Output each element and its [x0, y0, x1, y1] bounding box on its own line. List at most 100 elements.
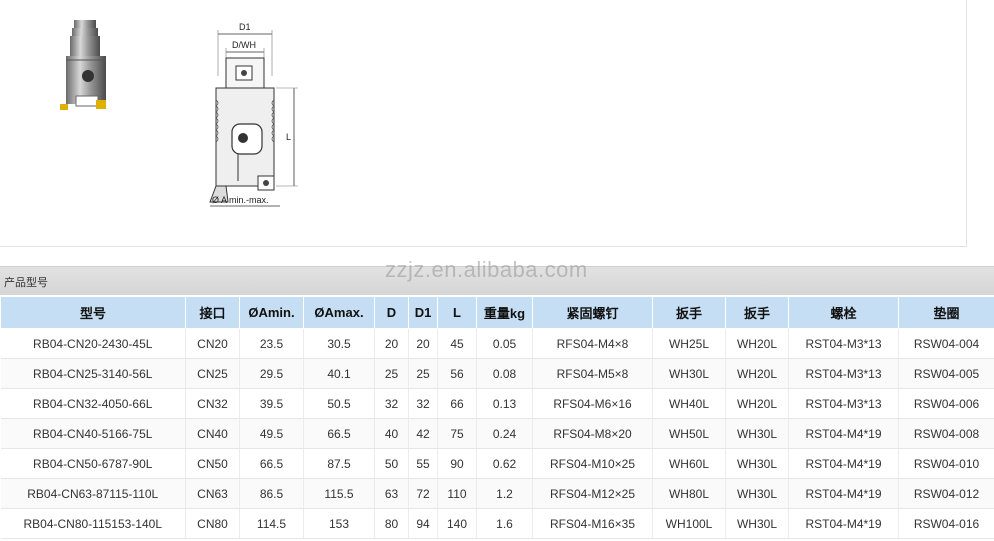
table-row: RB04-CN63-87115-110L CN63 86.5 115.5 63 72 110… — [0, 478, 994, 509]
table-cell: 63 — [374, 478, 409, 509]
table-row: RB04-CN20-2430-45L CN20 23.5 30.5 20 20 45 0.05… — [0, 328, 994, 359]
table-cell: 1.2 — [476, 478, 533, 509]
table-cell: RFS04-M5×8 — [532, 358, 653, 389]
table-header-row: 型号 接口 ØAmin. ØAmax. D D1 L 重量kg 紧固螺钉 扳手 … — [0, 296, 994, 329]
table-row: RB04-CN40-5166-75L CN40 49.5 66.5 40 42 75 0.24… — [0, 418, 994, 449]
table-cell: WH30L — [725, 508, 789, 539]
table-cell: WH30L — [652, 358, 726, 389]
col-clamp-screw: 紧固螺钉 — [532, 296, 653, 329]
table-cell: 32 — [374, 388, 409, 419]
col-wrench-2: 扳手 — [725, 296, 789, 329]
table-cell: CN80 — [185, 508, 240, 539]
table-cell: CN40 — [185, 418, 240, 449]
product-spec-table: 型号 接口 ØAmin. ØAmax. D D1 L 重量kg 紧固螺钉 扳手 … — [0, 296, 994, 539]
table-cell: 30.5 — [303, 328, 375, 359]
table-cell: RSW04-012 — [898, 478, 994, 509]
table-cell: WH80L — [652, 478, 726, 509]
table-cell: CN63 — [185, 478, 240, 509]
table-cell: 20 — [408, 328, 438, 359]
table-cell: 40 — [374, 418, 409, 449]
col-wrench-1: 扳手 — [652, 296, 726, 329]
table-cell: 140 — [437, 508, 477, 539]
table-cell: 20 — [374, 328, 409, 359]
table-cell: 32 — [408, 388, 438, 419]
table-cell: 0.62 — [476, 448, 533, 479]
table-cell: RST04-M4*19 — [788, 418, 899, 449]
table-cell: 75 — [437, 418, 477, 449]
col-weight: 重量kg — [476, 296, 533, 329]
table-cell: 115.5 — [303, 478, 375, 509]
table-cell: RSW04-004 — [898, 328, 994, 359]
table-cell: RFS04-M4×8 — [532, 328, 653, 359]
table-cell: 86.5 — [239, 478, 304, 509]
table-cell: RFS04-M8×20 — [532, 418, 653, 449]
table-cell: WH30L — [725, 478, 789, 509]
table-row: RB04-CN32-4050-66L CN32 39.5 50.5 32 32 66 0.13… — [0, 388, 994, 419]
table-cell: RSW04-010 — [898, 448, 994, 479]
table-cell: 1.6 — [476, 508, 533, 539]
table-cell: 0.24 — [476, 418, 533, 449]
table-cell: 66.5 — [303, 418, 375, 449]
table-cell: RSW04-016 — [898, 508, 994, 539]
table-cell: RSW04-005 — [898, 358, 994, 389]
table-cell: 0.05 — [476, 328, 533, 359]
col-l: L — [437, 296, 477, 329]
table-cell: WH20L — [725, 358, 789, 389]
col-bolt: 螺栓 — [788, 296, 899, 329]
table-cell: 40.1 — [303, 358, 375, 389]
col-d: D — [374, 296, 409, 329]
table-cell: 0.08 — [476, 358, 533, 389]
table-cell: RFS04-M12×25 — [532, 478, 653, 509]
dim-d1-label: D1 — [239, 22, 251, 32]
col-interface: 接口 — [185, 296, 240, 329]
table-cell: WH30L — [725, 448, 789, 479]
table-cell: WH25L — [652, 328, 726, 359]
table-cell: RB04-CN32-4050-66L — [0, 388, 186, 419]
table-cell: 110 — [437, 478, 477, 509]
table-cell: 56 — [437, 358, 477, 389]
table-cell: RFS04-M16×35 — [532, 508, 653, 539]
dim-d-wh-label: D/WH — [232, 40, 256, 50]
table-cell: 114.5 — [239, 508, 304, 539]
table-cell: 39.5 — [239, 388, 304, 419]
table-cell: WH20L — [725, 328, 789, 359]
table-cell: RST04-M3*13 — [788, 328, 899, 359]
table-cell: CN25 — [185, 358, 240, 389]
table-cell: RST04-M4*19 — [788, 478, 899, 509]
table-cell: WH100L — [652, 508, 726, 539]
table-cell: 55 — [408, 448, 438, 479]
table-cell: 45 — [437, 328, 477, 359]
table-cell: RB04-CN80-115153-140L — [0, 508, 186, 539]
product-image-panel: D1 D/WH L Ø A min.-max. — [0, 0, 967, 247]
table-cell: 42 — [408, 418, 438, 449]
table-cell: 66.5 — [239, 448, 304, 479]
col-a-min: ØAmin. — [239, 296, 304, 329]
table-cell: 94 — [408, 508, 438, 539]
table-cell: RB04-CN63-87115-110L — [0, 478, 186, 509]
table-cell: CN20 — [185, 328, 240, 359]
table-cell: RFS04-M6×16 — [532, 388, 653, 419]
table-cell: WH30L — [725, 418, 789, 449]
col-model: 型号 — [0, 296, 186, 329]
table-cell: 80 — [374, 508, 409, 539]
col-a-max: ØAmax. — [303, 296, 375, 329]
table-cell: 87.5 — [303, 448, 375, 479]
table-cell: 23.5 — [239, 328, 304, 359]
table-cell: RB04-CN25-3140-56L — [0, 358, 186, 389]
table-cell: RB04-CN50-6787-90L — [0, 448, 186, 479]
table-cell: CN32 — [185, 388, 240, 419]
table-cell: 25 — [374, 358, 409, 389]
table-cell: WH20L — [725, 388, 789, 419]
table-cell: 153 — [303, 508, 375, 539]
table-cell: CN50 — [185, 448, 240, 479]
table-cell: RST04-M4*19 — [788, 448, 899, 479]
section-title: 产品型号 — [4, 276, 48, 289]
table-cell: RB04-CN20-2430-45L — [0, 328, 186, 359]
table-cell: 49.5 — [239, 418, 304, 449]
table-cell: RSW04-008 — [898, 418, 994, 449]
table-cell: 50.5 — [303, 388, 375, 419]
table-row: RB04-CN50-6787-90L CN50 66.5 87.5 50 55 90 0.62… — [0, 448, 994, 479]
table-cell: 90 — [437, 448, 477, 479]
boring-head-photo — [60, 20, 106, 110]
table-row: RB04-CN25-3140-56L CN25 29.5 40.1 25 25 56 0.08… — [0, 358, 994, 389]
